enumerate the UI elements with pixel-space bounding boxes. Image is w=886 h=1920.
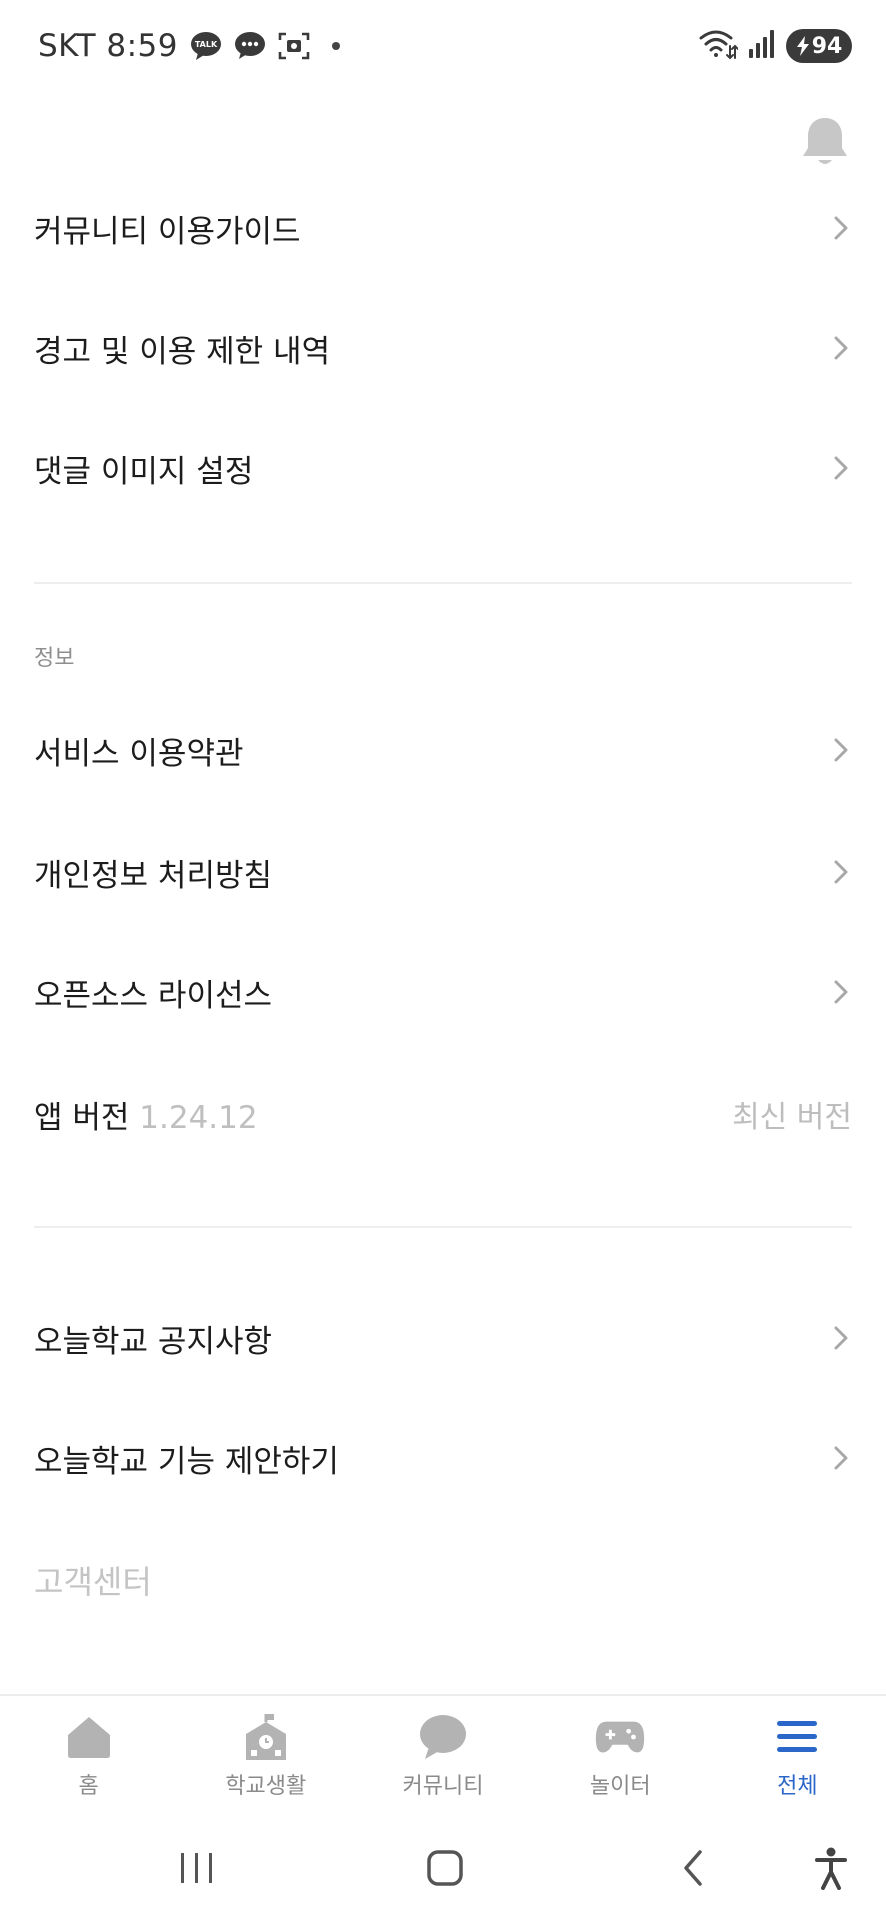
chat-bubble-icon xyxy=(418,1712,468,1762)
notification-dot xyxy=(332,42,341,50)
home-square-icon xyxy=(427,1850,463,1886)
talk-badge-text: TALK xyxy=(195,40,218,49)
menu-icon xyxy=(772,1712,822,1762)
signal-icon xyxy=(748,29,776,63)
menu-item-community-guide[interactable]: 커뮤니티 이용가이드 xyxy=(34,188,852,268)
notification-bell-button[interactable] xyxy=(800,116,850,168)
gamepad-icon xyxy=(595,1712,645,1762)
home-icon xyxy=(64,1712,114,1762)
menu-label: 댓글 이미지 설정 xyxy=(34,453,254,490)
menu-label: 오픈소스 라이선스 xyxy=(34,977,273,1014)
recent-apps-button[interactable] xyxy=(172,1840,222,1896)
screenshot-icon xyxy=(278,31,310,61)
menu-item-notices[interactable]: 오늘학교 공지사항 xyxy=(34,1298,852,1378)
menu-label: 오늘학교 기능 제안하기 xyxy=(34,1443,339,1480)
chevron-right-icon xyxy=(834,860,848,884)
battery-level: 94 xyxy=(811,33,843,59)
version-status: 최신 버전 xyxy=(732,1100,852,1135)
menu-label: 커뮤니티 이용가이드 xyxy=(34,213,301,250)
chevron-right-icon xyxy=(834,738,848,762)
customer-center-label: 고객센터 xyxy=(34,1563,152,1601)
chevron-right-icon xyxy=(834,456,848,480)
menu-item-warning-history[interactable]: 경고 및 이용 제한 내역 xyxy=(34,308,852,388)
back-button[interactable] xyxy=(668,1840,718,1896)
chevron-right-icon xyxy=(834,1326,848,1350)
back-chevron-icon xyxy=(684,1850,702,1886)
nav-label: 홈 xyxy=(78,1774,99,1799)
menu-item-customer-center[interactable]: 고객센터 xyxy=(34,1540,852,1620)
charging-bolt-icon xyxy=(796,36,809,56)
nav-label: 전체 xyxy=(777,1774,818,1799)
accessibility-icon xyxy=(815,1847,847,1890)
menu-label: 오늘학교 공지사항 xyxy=(34,1323,273,1360)
chevron-right-icon xyxy=(834,980,848,1004)
section-divider xyxy=(34,1226,852,1228)
bell-icon xyxy=(803,118,847,164)
home-system-button[interactable] xyxy=(420,1840,470,1896)
menu-label: 서비스 이용약관 xyxy=(34,735,244,772)
chevron-right-icon xyxy=(834,336,848,360)
menu-item-open-source-licenses[interactable]: 오픈소스 라이선스 xyxy=(34,952,852,1032)
recent-apps-icon xyxy=(181,1853,212,1883)
status-right: 94 xyxy=(698,26,852,66)
carrier-time: SKT 8:59 xyxy=(38,28,179,64)
wifi-icon xyxy=(698,28,739,64)
status-left: SKT 8:59 TALK xyxy=(38,26,341,66)
nav-label: 놀이터 xyxy=(589,1774,651,1799)
accessibility-button[interactable] xyxy=(806,1840,856,1896)
app-version-row: 앱 버전 1.24.12 최신 버전 xyxy=(34,1074,852,1154)
bottom-nav: 홈 학교생활 커뮤니티 놀이터 전체 xyxy=(0,1694,886,1818)
nav-label: 커뮤니티 xyxy=(402,1774,484,1799)
app-version-label: 앱 버전 xyxy=(34,1099,130,1136)
nav-item-playground[interactable]: 놀이터 xyxy=(532,1696,709,1818)
school-icon xyxy=(241,1712,291,1762)
menu-item-privacy-policy[interactable]: 개인정보 처리방침 xyxy=(34,832,852,912)
chevron-right-icon xyxy=(834,216,848,240)
nav-item-home[interactable]: 홈 xyxy=(0,1696,177,1818)
message-icon xyxy=(234,31,266,61)
system-nav-bar xyxy=(0,1818,886,1920)
chevron-right-icon xyxy=(834,1446,848,1470)
menu-item-feature-suggestion[interactable]: 오늘학교 기능 제안하기 xyxy=(34,1418,852,1498)
nav-item-school-life[interactable]: 학교생활 xyxy=(177,1696,354,1818)
section-divider xyxy=(34,582,852,584)
menu-item-comment-image-settings[interactable]: 댓글 이미지 설정 xyxy=(34,428,852,508)
menu-label: 개인정보 처리방침 xyxy=(34,857,273,894)
nav-label: 학교생활 xyxy=(225,1774,307,1799)
menu-item-terms-of-service[interactable]: 서비스 이용약관 xyxy=(34,710,852,790)
app-version-number: 1.24.12 xyxy=(139,1099,258,1136)
battery-icon: 94 xyxy=(786,29,852,63)
nav-item-all[interactable]: 전체 xyxy=(709,1696,886,1818)
nav-item-community[interactable]: 커뮤니티 xyxy=(354,1696,531,1818)
kakaotalk-icon: TALK xyxy=(190,31,222,61)
section-title-info: 정보 xyxy=(34,646,75,671)
menu-label: 경고 및 이용 제한 내역 xyxy=(34,333,331,370)
status-bar: SKT 8:59 TALK 94 xyxy=(0,0,886,92)
